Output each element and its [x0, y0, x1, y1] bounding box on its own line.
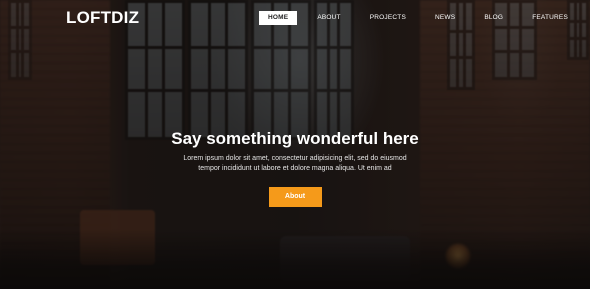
nav-item-features[interactable]: FEATURES — [523, 11, 577, 25]
nav-item-news[interactable]: NEWS — [426, 11, 464, 25]
hero-section: Say something wonderful here Lorem ipsum… — [0, 128, 590, 207]
hero-description: Lorem ipsum dolor sit amet, consectetur … — [183, 155, 407, 172]
site-header: LOFTDIZ HOME ABOUT PROJECTS NEWS BLOG FE… — [0, 0, 590, 36]
about-button[interactable]: About — [268, 187, 322, 207]
site-logo[interactable]: LOFTDIZ — [66, 8, 139, 28]
nav-item-blog[interactable]: BLOG — [475, 11, 512, 25]
nav-item-home[interactable]: HOME — [259, 11, 298, 25]
hero-title: Say something wonderful here — [171, 129, 419, 148]
nav-item-projects[interactable]: PROJECTS — [361, 11, 415, 25]
nav-item-about[interactable]: ABOUT — [308, 11, 349, 25]
main-nav: HOME ABOUT PROJECTS NEWS BLOG FEATURES — [259, 11, 588, 25]
